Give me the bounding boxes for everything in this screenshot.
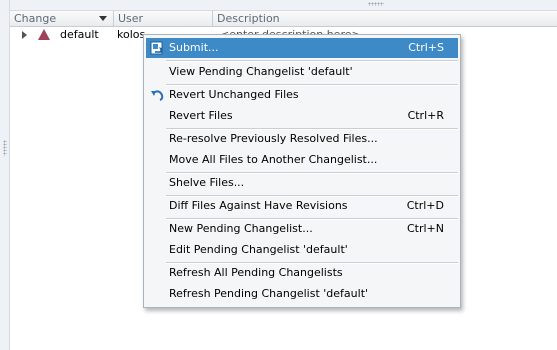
row-user: kolos — [117, 28, 146, 41]
left-splitter[interactable] — [0, 0, 10, 350]
menu-label: Revert Unchanged Files — [169, 88, 299, 101]
menu-label: Revert Files — [169, 109, 233, 122]
column-header-change[interactable]: Change — [10, 11, 114, 26]
menu-label: Diff Files Against Have Revisions — [169, 199, 348, 212]
menu-item-diff-files[interactable]: Diff Files Against Have Revisions Ctrl+D — [146, 196, 458, 216]
menu-shortcut: Ctrl+N — [406, 222, 444, 235]
splitter-grip[interactable] — [368, 2, 384, 6]
context-menu: Submit... Ctrl+S View Pending Changelist… — [143, 34, 461, 308]
menu-shortcut: Ctrl+S — [408, 41, 444, 54]
menu-item-edit-pending-changelist[interactable]: Edit Pending Changelist 'default' — [146, 240, 458, 260]
expand-arrow-icon[interactable] — [22, 31, 27, 39]
menu-shortcut: Ctrl+D — [406, 199, 444, 212]
column-description-label: Description — [217, 12, 280, 25]
menu-item-revert-files[interactable]: Revert Files Ctrl+R — [146, 106, 458, 126]
row-change: default — [60, 28, 99, 41]
menu-item-re-resolve[interactable]: Re-resolve Previously Resolved Files... — [146, 129, 458, 149]
sort-descending-icon[interactable] — [99, 16, 107, 21]
submit-icon — [149, 40, 165, 56]
menu-item-view-pending-changelist[interactable]: View Pending Changelist 'default' — [146, 62, 458, 82]
menu-label: Edit Pending Changelist 'default' — [169, 243, 348, 256]
menu-label: View Pending Changelist 'default' — [169, 65, 353, 78]
menu-shortcut: Ctrl+R — [407, 109, 444, 122]
menu-item-refresh-default[interactable]: Refresh Pending Changelist 'default' — [146, 284, 458, 304]
left-splitter-grip[interactable] — [3, 140, 7, 156]
menu-label: Submit... — [169, 41, 219, 54]
menu-label: Shelve Files... — [169, 176, 245, 189]
menu-label: Refresh Pending Changelist 'default' — [169, 287, 369, 300]
menu-item-move-all-files[interactable]: Move All Files to Another Changelist... — [146, 150, 458, 170]
column-change-label: Change — [14, 12, 57, 25]
menu-label: Refresh All Pending Changelists — [169, 266, 343, 279]
menu-item-new-pending-changelist[interactable]: New Pending Changelist... Ctrl+N — [146, 219, 458, 239]
table-header: Change User Description — [10, 11, 557, 27]
menu-item-revert-unchanged[interactable]: Revert Unchanged Files — [146, 85, 458, 105]
menu-label: New Pending Changelist... — [169, 222, 313, 235]
menu-item-refresh-all[interactable]: Refresh All Pending Changelists — [146, 263, 458, 283]
column-user-label: User — [118, 12, 144, 25]
changelist-icon — [38, 29, 50, 40]
column-header-description[interactable]: Description — [213, 11, 557, 26]
menu-label: Re-resolve Previously Resolved Files... — [169, 132, 378, 145]
menu-item-shelve-files[interactable]: Shelve Files... — [146, 173, 458, 193]
menu-label: Move All Files to Another Changelist... — [169, 153, 378, 166]
menu-item-submit[interactable]: Submit... Ctrl+S — [146, 38, 458, 58]
revert-icon — [149, 87, 165, 103]
column-header-user[interactable]: User — [114, 11, 213, 26]
top-splitter[interactable] — [0, 0, 557, 11]
